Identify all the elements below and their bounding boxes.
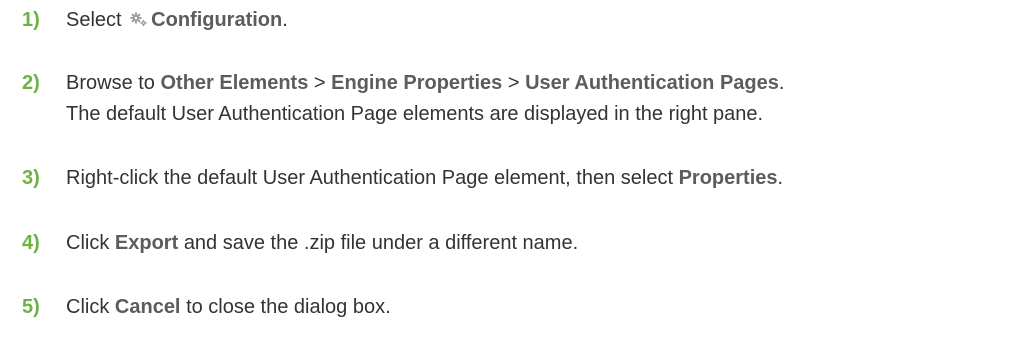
step-text-pre: Click: [66, 232, 110, 254]
path-separator: >: [313, 72, 326, 94]
step-text: Click Cancel to close the dialog box.: [66, 292, 1023, 323]
step-text-pre: Click: [66, 296, 110, 318]
step-number: 3): [22, 167, 40, 189]
step-text-pre: Select: [66, 9, 122, 31]
step-text: Select Configuration.: [66, 5, 1023, 37]
step-text-post: .: [777, 167, 784, 189]
step-number: 1): [22, 9, 40, 31]
step-number: 4): [22, 232, 40, 254]
path-engine-properties: Engine Properties: [331, 72, 503, 94]
properties-label: Properties: [678, 167, 778, 189]
path-separator: >: [507, 72, 520, 94]
step-text-post: and save the .zip file under a different…: [183, 232, 579, 254]
step-text: Click Export and save the .zip file unde…: [66, 228, 1023, 259]
export-label: Export: [114, 232, 179, 254]
step-text-post: .: [282, 9, 288, 31]
step-number: 5): [22, 296, 40, 318]
configuration-label: Configuration: [151, 9, 283, 31]
step-text: Browse to Other Elements > Engine Proper…: [66, 68, 1023, 130]
step-text-post: to close the dialog box.: [186, 296, 391, 318]
cancel-label: Cancel: [114, 296, 181, 318]
step-text-pre: Browse to: [66, 72, 155, 94]
step-number: 2): [22, 72, 40, 94]
gear-icon: [130, 6, 148, 37]
step-text: Right-click the default User Authenticat…: [66, 163, 1023, 194]
step-text-post: .: [778, 72, 785, 94]
step-result-text: The default User Authentication Page ele…: [66, 103, 764, 125]
path-other-elements: Other Elements: [160, 72, 309, 94]
path-user-authentication-pages: User Authentication Pages: [525, 72, 779, 94]
step-text-pre: Right-click the default User Authenticat…: [66, 167, 674, 189]
